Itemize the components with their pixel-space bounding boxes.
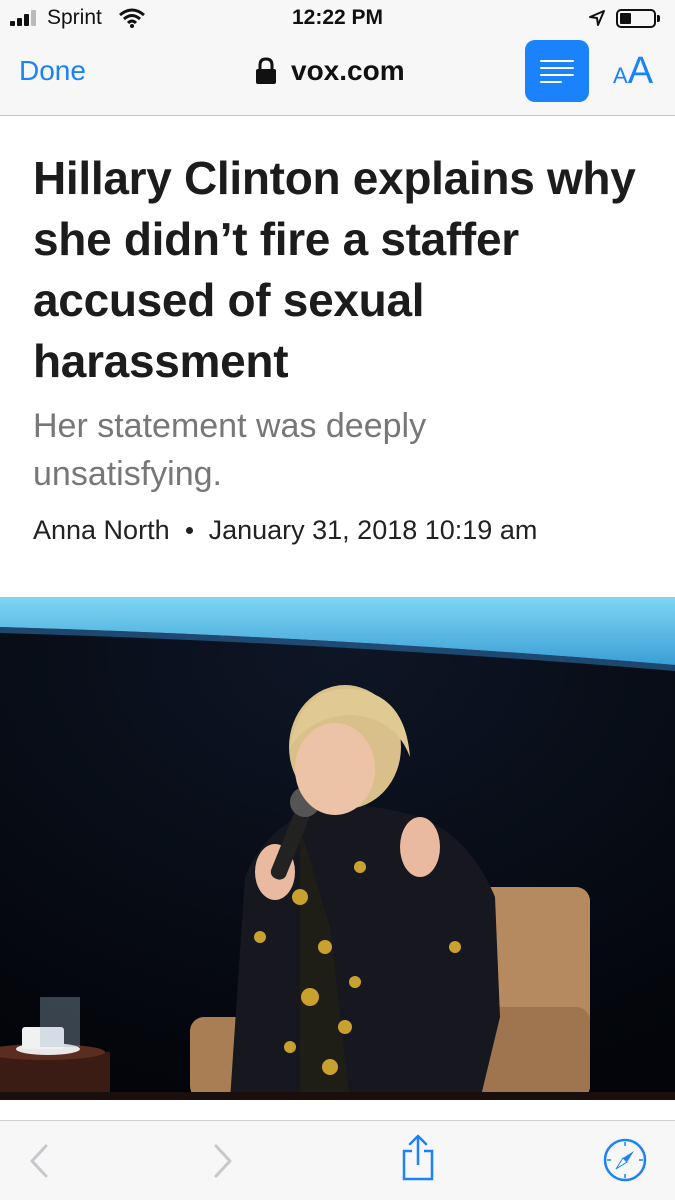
done-button[interactable]: Done <box>19 55 86 87</box>
author-name: Anna North <box>33 515 170 545</box>
publish-date: January 31, 2018 10:19 am <box>208 515 538 545</box>
text-size-large-a: A <box>627 50 654 92</box>
status-bar: Sprint 12:22 PM <box>0 0 675 38</box>
text-size-small-a: A <box>613 63 628 88</box>
forward-icon[interactable] <box>212 1143 234 1179</box>
location-arrow-icon <box>589 10 605 26</box>
safari-toolbar <box>0 1120 675 1200</box>
article-headline: Hillary Clinton explains why she didn’t … <box>33 152 636 387</box>
safari-nav-bar: Done vox.com AA <box>0 38 675 116</box>
text-size-button[interactable]: AA <box>613 50 653 93</box>
address-bar[interactable]: vox.com <box>255 54 405 88</box>
lock-icon <box>256 57 276 84</box>
compass-icon[interactable] <box>602 1137 648 1183</box>
article-photo <box>0 597 675 1100</box>
byline: Anna North January 31, 2018 10:19 am <box>33 515 537 546</box>
back-icon[interactable] <box>28 1143 50 1179</box>
share-icon[interactable] <box>398 1133 438 1183</box>
reader-view-button[interactable] <box>525 40 589 102</box>
battery-icon <box>616 9 656 28</box>
battery-tip <box>657 15 660 22</box>
status-time: 12:22 PM <box>291 6 384 29</box>
url-text: vox.com <box>291 55 405 86</box>
article-dek: Her statement was deeply unsatisfying. <box>33 407 427 493</box>
byline-separator <box>185 527 193 534</box>
